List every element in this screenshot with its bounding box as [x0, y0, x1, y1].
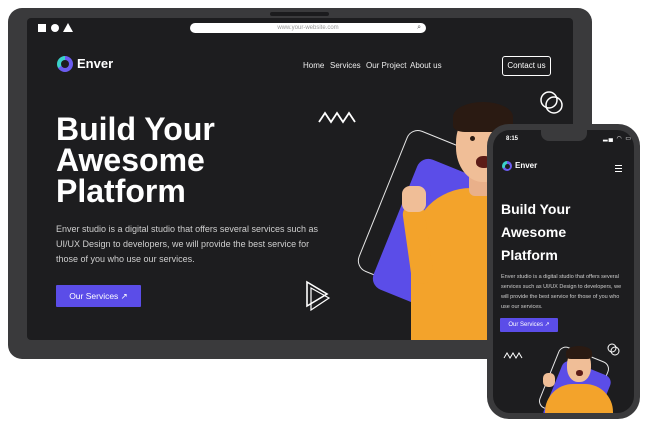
- circles-decoration-icon: [540, 91, 563, 114]
- zigzag-decoration-icon: [503, 352, 523, 359]
- status-icons: ▂▄ ◠ ▭: [603, 136, 633, 142]
- phone-screen: 8:15 ▂▄ ◠ ▭ Enver Build Your Awesome Pla…: [493, 130, 634, 413]
- circle-icon[interactable]: [51, 24, 59, 32]
- hero-title: Build Your Awesome Platform: [501, 201, 571, 263]
- hero-description: Enver studio is a digital studio that of…: [501, 274, 622, 310]
- phone-notch: [541, 130, 587, 141]
- browser-toolbar: www.your-website.com ⌕: [27, 18, 573, 38]
- our-services-button[interactable]: Our Services ↗: [500, 318, 558, 332]
- url-text: www.your-website.com: [277, 25, 339, 31]
- search-icon[interactable]: ⌕: [417, 23, 421, 33]
- logo-icon: [57, 56, 73, 72]
- logo-icon: [502, 161, 512, 171]
- hamburger-menu-icon[interactable]: [615, 165, 622, 172]
- triangle-decoration-icon: [306, 280, 331, 312]
- triangle-icon[interactable]: [63, 23, 73, 32]
- square-icon[interactable]: [38, 24, 46, 32]
- hero-description: Enver studio is a digital studio that of…: [56, 224, 318, 264]
- zigzag-decoration-icon: [318, 111, 356, 124]
- our-services-button[interactable]: Our Services ↗: [56, 285, 141, 307]
- phone-frame: 8:15 ▂▄ ◠ ▭ Enver Build Your Awesome Pla…: [487, 124, 640, 419]
- nav-about-us[interactable]: About us: [410, 61, 442, 70]
- contact-us-button[interactable]: Contact us: [502, 56, 551, 76]
- nav-our-project[interactable]: Our Project: [366, 61, 406, 70]
- brand-name[interactable]: Enver: [515, 161, 537, 170]
- hero-title: Build Your Awesome Platform: [56, 111, 215, 209]
- nav-services[interactable]: Services: [330, 61, 361, 70]
- address-bar[interactable]: www.your-website.com ⌕: [190, 23, 426, 33]
- brand-name[interactable]: Enver: [77, 56, 113, 71]
- circles-decoration-icon: [607, 343, 620, 356]
- nav-home[interactable]: Home: [303, 61, 324, 70]
- camera-bar: [270, 12, 329, 16]
- status-time: 8:15: [506, 136, 519, 142]
